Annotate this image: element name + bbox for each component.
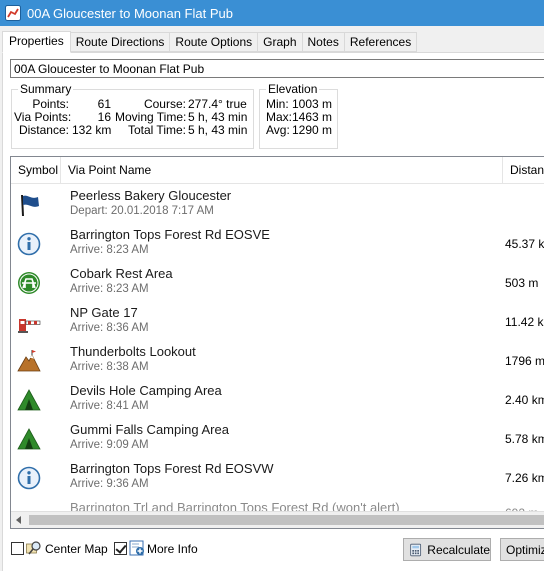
tab-properties[interactable]: Properties [2, 31, 71, 53]
tab-graph[interactable]: Graph [258, 32, 303, 52]
via-point-distance: 5.78 km [505, 432, 544, 446]
via-point-name: Barrington Tops Forest Rd EOSVW [70, 461, 274, 476]
gate-icon [18, 319, 41, 333]
via-point-list[interactable]: Symbol Via Point Name Distan Peerless Ba… [10, 156, 544, 529]
list-item[interactable]: Devils Hole Camping Area Arrive: 8:41 AM… [11, 379, 544, 418]
via-point-time: Arrive: 9:36 AM [70, 478, 149, 490]
flag-icon [21, 194, 39, 217]
via-point-time: Depart: 20.01.2018 7:17 AM [70, 205, 214, 217]
tab-route-directions[interactable]: Route Directions [70, 32, 171, 52]
distance-value: 132 km [72, 123, 112, 137]
rest-area-icon [18, 272, 40, 294]
via-point-name: Gummi Falls Camping Area [70, 422, 229, 437]
tab-strip: Properties Route Directions Route Option… [2, 31, 418, 53]
center-map-label[interactable]: Center Map [45, 542, 108, 556]
title-bar: 00A Gloucester to Moonan Flat Pub [0, 0, 544, 26]
scroll-thumb[interactable] [29, 515, 544, 525]
summit-icon [17, 350, 41, 372]
recalculate-label: Recalculate [427, 542, 490, 557]
list-item[interactable]: NP Gate 17 Arrive: 8:36 AM 11.42 kr [11, 301, 544, 340]
via-point-distance: 7.26 km [505, 471, 544, 485]
via-point-distance: 503 m [505, 276, 539, 290]
via-point-name: NP Gate 17 [70, 305, 138, 320]
column-header-via-point-name[interactable]: Via Point Name [61, 157, 503, 184]
list-header: Symbol Via Point Name Distan [11, 157, 544, 184]
total-time-label: Total Time: [127, 123, 186, 137]
total-time-value: 5 h, 43 min [188, 123, 248, 137]
via-point-time: Arrive: 8:36 AM [70, 322, 149, 334]
distance-label: Distance: [18, 123, 69, 137]
via-point-distance: 45.37 kr [505, 237, 544, 251]
route-name-input[interactable] [10, 59, 544, 78]
via-point-name: Cobark Rest Area [70, 266, 173, 281]
calculator-icon [410, 543, 422, 556]
more-info-label[interactable]: More Info [147, 542, 198, 556]
campground-icon [17, 428, 41, 450]
list-item[interactable]: Barrington Tops Forest Rd EOSVW Arrive: … [11, 457, 544, 496]
via-point-time: Arrive: 9:09 AM [70, 439, 149, 451]
recalculate-button[interactable]: Recalculate [403, 538, 491, 561]
more-info-checkbox[interactable] [114, 542, 127, 555]
horizontal-scrollbar[interactable] [11, 511, 544, 528]
via-point-distance: 2.40 km [505, 393, 544, 407]
tab-route-options[interactable]: Route Options [170, 32, 259, 52]
list-item[interactable]: Cobark Rest Area Arrive: 8:23 AM 503 m [11, 262, 544, 301]
column-header-symbol[interactable]: Symbol [11, 157, 61, 184]
via-point-time: Arrive: 8:23 AM [70, 244, 149, 256]
list-item[interactable]: Barrington Tops Forest Rd EOSVE Arrive: … [11, 223, 544, 262]
summary-title: Summary [18, 82, 74, 96]
list-item[interactable]: Thunderbolts Lookout Arrive: 8:38 AM 179… [11, 340, 544, 379]
via-point-distance: 1796 m [505, 354, 544, 368]
elevation-avg-value: 1290 m [291, 123, 332, 137]
center-map-checkbox[interactable] [11, 542, 24, 555]
tab-notes[interactable]: Notes [302, 32, 345, 52]
info-icon [17, 466, 41, 490]
via-point-time: Arrive: 8:23 AM [70, 283, 149, 295]
info-icon [17, 232, 41, 256]
campground-icon [17, 389, 41, 411]
optimize-button[interactable]: Optimize [500, 538, 544, 561]
via-point-time: Arrive: 8:41 AM [70, 400, 149, 412]
via-point-name: Barrington Tops Forest Rd EOSVE [70, 227, 270, 242]
list-item[interactable]: Gummi Falls Camping Area Arrive: 9:09 AM… [11, 418, 544, 457]
list-item[interactable]: Peerless Bakery Gloucester Depart: 20.01… [11, 184, 544, 223]
via-point-name: Devils Hole Camping Area [70, 383, 222, 398]
via-point-time: Arrive: 8:38 AM [70, 361, 149, 373]
window-title: 00A Gloucester to Moonan Flat Pub [27, 5, 233, 21]
magnifier-map-icon [26, 541, 41, 555]
route-icon [5, 5, 21, 21]
tab-references[interactable]: References [344, 32, 418, 52]
optimize-label: Optimize [506, 542, 544, 557]
elevation-avg-label: Avg: [266, 123, 290, 137]
elevation-title: Elevation [266, 82, 320, 96]
via-point-name: Thunderbolts Lookout [70, 344, 196, 359]
via-point-name: Peerless Bakery Gloucester [70, 188, 232, 203]
column-header-distance[interactable]: Distan [503, 157, 544, 184]
add-info-icon [129, 540, 144, 556]
via-point-distance: 11.42 kr [505, 315, 544, 329]
scroll-left-icon[interactable] [16, 516, 21, 524]
